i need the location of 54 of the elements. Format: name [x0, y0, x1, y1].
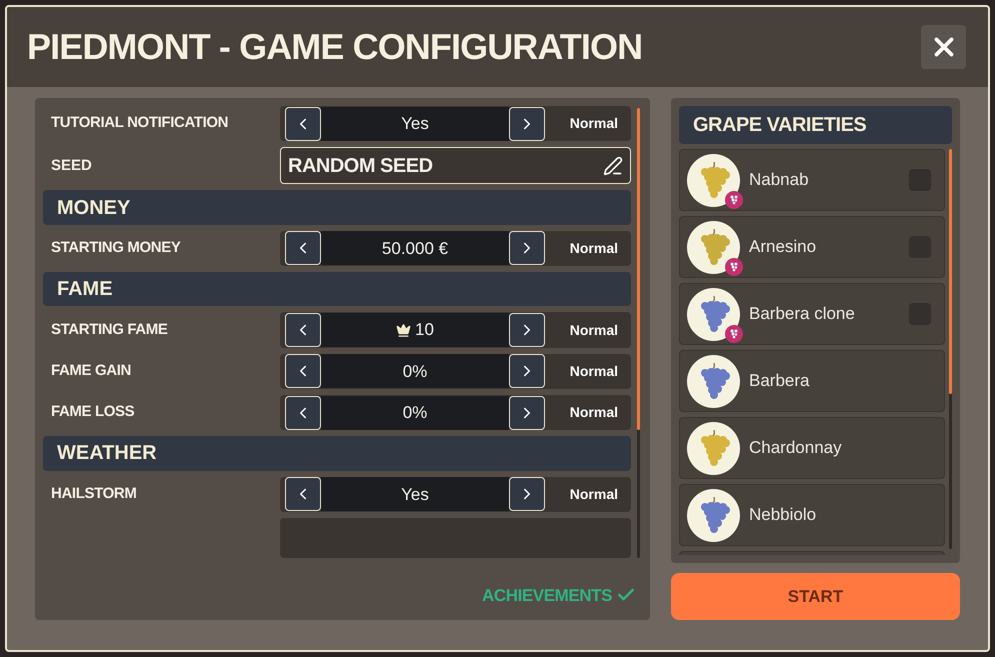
next-button[interactable]: [509, 313, 545, 348]
previous-button[interactable]: [285, 477, 321, 512]
setting-label: FAME LOSS: [50, 402, 136, 422]
next-button[interactable]: [509, 396, 545, 430]
setting-label: TUTORIAL NOTIFICATION: [50, 113, 230, 134]
setting-label: STARTING FAME: [50, 320, 169, 340]
previous-button[interactable]: [285, 231, 321, 266]
value-text: 0%: [402, 360, 428, 383]
start-button[interactable]: START: [671, 573, 960, 620]
value-text: Yes: [401, 484, 429, 506]
achievements-label: ACHIEVEMENTS: [482, 584, 612, 606]
grape-name: Arnesino: [749, 236, 818, 258]
value-text: Yes: [401, 112, 429, 135]
difficulty-label: Normal: [568, 238, 619, 258]
next-button[interactable]: [509, 354, 545, 388]
value-text: 0%: [402, 402, 428, 424]
grape-name: Nebbiolo: [749, 504, 818, 526]
value-text: 50.000 €: [382, 238, 448, 260]
grape-list-item[interactable]: Barbera: [679, 350, 945, 412]
next-button[interactable]: [509, 477, 545, 512]
grape-list-item[interactable]: Arnesino: [679, 216, 945, 278]
setting-label: HAILSTORM: [50, 484, 138, 504]
pencil-icon: [603, 156, 623, 176]
previous-button[interactable]: [285, 106, 321, 141]
setting-label: SEED: [50, 156, 93, 176]
previous-button[interactable]: [285, 313, 321, 348]
section-header: FAME: [43, 272, 631, 306]
seed-value: RANDOM SEED: [288, 154, 433, 179]
grape-list-item[interactable]: Nebbiolo: [679, 484, 945, 546]
close-button[interactable]: [921, 25, 966, 69]
next-button[interactable]: [509, 231, 545, 266]
grape-list-item[interactable]: Chardonnay: [679, 417, 945, 479]
difficulty-label: Normal: [568, 114, 619, 134]
grape-list-item[interactable]: Nabnab: [679, 149, 945, 211]
grape-list-item[interactable]: Barbera clone: [679, 283, 945, 345]
grape-name: Chardonnay: [749, 437, 843, 460]
section-header: MONEY: [43, 190, 631, 225]
grape-name: Barbera: [749, 370, 810, 392]
setting-label: STARTING MONEY: [50, 238, 182, 258]
window-title: PIEDMONT - GAME CONFIGURATION: [27, 25, 642, 69]
value-text: 10: [415, 319, 434, 342]
difficulty-label: Normal: [568, 403, 619, 422]
section-header: WEATHER: [43, 436, 631, 471]
next-button[interactable]: [509, 106, 545, 141]
setting-label: FAME GAIN: [50, 361, 132, 382]
difficulty-label: Normal: [568, 484, 619, 504]
difficulty-label: Normal: [568, 362, 619, 381]
panel-header: GRAPE VARIETIES: [679, 106, 952, 144]
previous-button[interactable]: [285, 396, 321, 430]
difficulty-label: Normal: [568, 320, 619, 340]
grape-name: Nabnab: [749, 169, 810, 192]
seed-input-field[interactable]: RANDOM SEED: [280, 147, 631, 184]
grape-name: Barbera clone: [749, 303, 856, 326]
previous-button[interactable]: [285, 354, 321, 388]
